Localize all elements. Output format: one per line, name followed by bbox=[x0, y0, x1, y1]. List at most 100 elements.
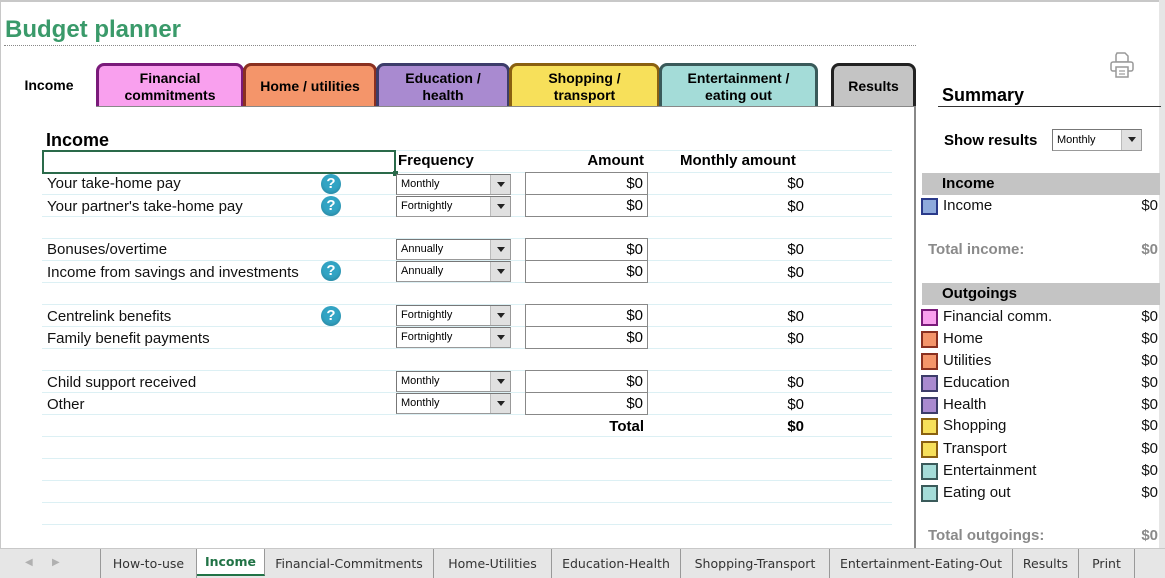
color-swatch bbox=[921, 331, 938, 348]
show-results-label: Show results bbox=[944, 132, 1038, 149]
scroll-left-icon[interactable]: ◀ bbox=[25, 557, 33, 568]
help-icon[interactable]: ? bbox=[321, 174, 341, 194]
tab-label: Home / utilities bbox=[260, 78, 360, 94]
tab-education-health[interactable]: Education / health bbox=[376, 63, 510, 107]
frequency-dropdown[interactable]: Fortnightly bbox=[396, 327, 511, 348]
tab-label: Income bbox=[24, 76, 74, 93]
tab-financial-commitments[interactable]: Financial commitments bbox=[96, 63, 244, 107]
monthly-amount: $0 bbox=[787, 198, 804, 215]
gridline bbox=[42, 458, 892, 459]
frequency-dropdown[interactable]: Annually bbox=[396, 239, 511, 260]
summary-divider bbox=[938, 106, 1161, 107]
row-label-centrelink-benefits: Centrelink benefits bbox=[47, 308, 172, 325]
amount-input[interactable]: $0 bbox=[525, 304, 648, 327]
help-icon[interactable]: ? bbox=[321, 306, 341, 326]
gridline bbox=[42, 348, 892, 349]
title-divider bbox=[4, 45, 916, 46]
monthly-amount: $0 bbox=[787, 264, 804, 281]
amount-input[interactable]: $0 bbox=[525, 238, 648, 261]
show-results-dropdown[interactable]: Monthly bbox=[1052, 129, 1142, 151]
row-label-take-home-pay: Your take-home pay bbox=[47, 175, 181, 192]
row-label-bonuses-overtime: Bonuses/overtime bbox=[47, 241, 168, 258]
total-outgoings: Total outgoings: $0 bbox=[928, 527, 1158, 544]
page-title: Budget planner bbox=[5, 16, 182, 43]
sheet-tab-financial-commitments[interactable]: Financial-Commitments bbox=[265, 549, 434, 578]
sheet-tab-home-utilities[interactable]: Home-Utilities bbox=[434, 549, 552, 578]
amount-input[interactable]: $0 bbox=[525, 392, 648, 415]
summary-item-transport: Transport $0 bbox=[920, 439, 1158, 459]
summary-item-health: Health $0 bbox=[920, 395, 1158, 415]
tab-shopping-transport[interactable]: Shopping / transport bbox=[509, 63, 660, 107]
total-label: Total bbox=[609, 418, 644, 435]
row-label-partner-take-home-pay: Your partner's take-home pay bbox=[47, 198, 243, 215]
frequency-dropdown[interactable]: Monthly bbox=[396, 393, 511, 414]
sheet-tab-print[interactable]: Print bbox=[1079, 549, 1135, 578]
tab-label: Results bbox=[848, 78, 899, 94]
color-swatch bbox=[921, 309, 938, 326]
chevron-down-icon[interactable] bbox=[490, 306, 510, 325]
tab-label: Financial commitments bbox=[124, 69, 216, 103]
help-icon[interactable]: ? bbox=[321, 196, 341, 216]
monthly-amount: $0 bbox=[787, 241, 804, 258]
tab-home-utilities[interactable]: Home / utilities bbox=[243, 63, 377, 107]
chevron-down-icon[interactable] bbox=[490, 394, 510, 413]
summary-item-home: Home $0 bbox=[920, 329, 1158, 349]
chevron-down-icon[interactable] bbox=[490, 262, 510, 281]
frequency-dropdown[interactable]: Fortnightly bbox=[396, 196, 511, 217]
color-swatch bbox=[921, 353, 938, 370]
gridline bbox=[42, 502, 892, 503]
total-income: Total income: $0 bbox=[928, 241, 1158, 258]
frequency-dropdown[interactable]: Monthly bbox=[396, 174, 511, 195]
color-swatch bbox=[921, 485, 938, 502]
monthly-amount: $0 bbox=[787, 308, 804, 325]
frequency-dropdown[interactable]: Fortnightly bbox=[396, 305, 511, 326]
gridline bbox=[42, 480, 892, 481]
sheet-tab-income[interactable]: Income bbox=[197, 549, 265, 576]
sheet-tab-bar: ◀ ▶ How-to-use Income Financial-Commitme… bbox=[0, 548, 1165, 578]
column-header-frequency: Frequency bbox=[398, 152, 474, 169]
sheet-tab-results[interactable]: Results bbox=[1013, 549, 1079, 578]
row-label-child-support: Child support received bbox=[47, 374, 197, 391]
monthly-amount: $0 bbox=[787, 374, 804, 391]
summary-item-education: Education $0 bbox=[920, 373, 1158, 393]
gridline bbox=[42, 282, 892, 283]
frequency-dropdown[interactable]: Annually bbox=[396, 261, 511, 282]
monthly-amount: $0 bbox=[787, 396, 804, 413]
monthly-amount: $0 bbox=[787, 175, 804, 192]
printer-icon[interactable] bbox=[1108, 50, 1136, 80]
tab-income[interactable]: Income bbox=[8, 63, 90, 107]
summary-item-utilities: Utilities $0 bbox=[920, 351, 1158, 371]
tab-entertainment-eating-out[interactable]: Entertainment / eating out bbox=[659, 63, 818, 107]
gridline bbox=[42, 414, 892, 415]
chevron-down-icon[interactable] bbox=[490, 197, 510, 216]
summary-item-eating-out: Eating out $0 bbox=[920, 483, 1158, 503]
amount-input[interactable]: $0 bbox=[525, 194, 648, 217]
chevron-down-icon[interactable] bbox=[490, 328, 510, 347]
tab-label: Education / health bbox=[405, 69, 481, 103]
monthly-amount: $0 bbox=[787, 330, 804, 347]
scroll-right-icon[interactable]: ▶ bbox=[52, 557, 60, 568]
amount-input[interactable]: $0 bbox=[525, 326, 648, 349]
amount-input[interactable]: $0 bbox=[525, 260, 648, 283]
selected-cell[interactable] bbox=[42, 150, 398, 176]
summary-item-income: Income $0 bbox=[920, 196, 1158, 216]
row-label-savings-investments: Income from savings and investments bbox=[47, 264, 299, 281]
window-edge bbox=[1159, 0, 1165, 548]
help-icon[interactable]: ? bbox=[321, 261, 341, 281]
sheet-tab-how-to-use[interactable]: How-to-use bbox=[100, 549, 197, 578]
chevron-down-icon[interactable] bbox=[490, 372, 510, 391]
sheet-tab-entertainment-eating-out[interactable]: Entertainment-Eating-Out bbox=[830, 549, 1013, 578]
chevron-down-icon[interactable] bbox=[490, 240, 510, 259]
sheet-tab-education-health[interactable]: Education-Health bbox=[552, 549, 681, 578]
chevron-down-icon[interactable] bbox=[490, 175, 510, 194]
amount-input[interactable]: $0 bbox=[525, 370, 648, 393]
total-value: $0 bbox=[787, 418, 804, 435]
amount-input[interactable]: $0 bbox=[525, 172, 648, 195]
tab-label: Shopping / transport bbox=[548, 69, 621, 103]
tab-results[interactable]: Results bbox=[831, 63, 916, 107]
chevron-down-icon[interactable] bbox=[1121, 130, 1141, 150]
row-label-family-benefit-payments: Family benefit payments bbox=[47, 330, 210, 347]
section-title: Income bbox=[46, 130, 110, 150]
sheet-tab-shopping-transport[interactable]: Shopping-Transport bbox=[681, 549, 830, 578]
frequency-dropdown[interactable]: Monthly bbox=[396, 371, 511, 392]
